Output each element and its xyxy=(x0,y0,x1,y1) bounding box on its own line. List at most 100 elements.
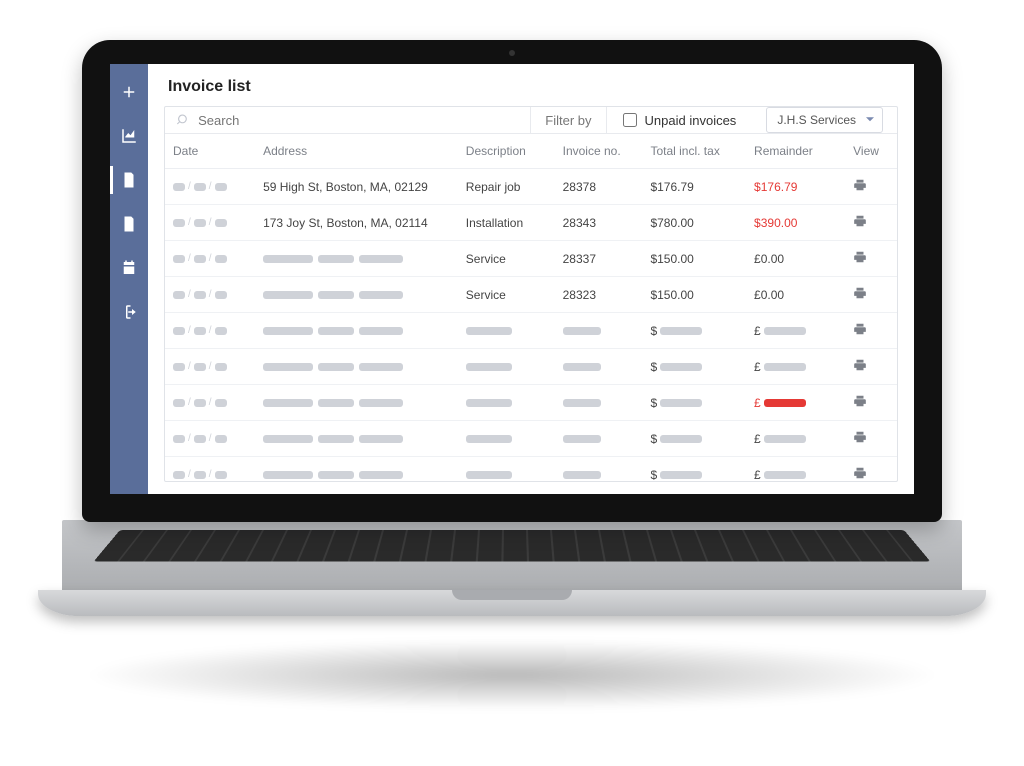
unpaid-checkbox[interactable] xyxy=(623,113,637,127)
table-row[interactable]: // Service28337$150.00£0.00 xyxy=(165,241,897,277)
cell-address xyxy=(255,421,458,457)
cell-description: Service xyxy=(458,241,555,277)
cell-total: $780.00 xyxy=(642,205,746,241)
screen-bezel: Invoice list Filter by Unpaid invoices xyxy=(82,40,942,522)
cell-view xyxy=(845,349,897,385)
col-invoice-no[interactable]: Invoice no. xyxy=(555,134,643,169)
table-row[interactable]: // $ £ xyxy=(165,421,897,457)
print-icon[interactable] xyxy=(853,397,867,411)
search-wrap xyxy=(165,107,531,133)
print-icon[interactable] xyxy=(853,217,867,231)
col-total[interactable]: Total incl. tax xyxy=(642,134,746,169)
sidebar-logout[interactable] xyxy=(110,290,148,334)
cell-remainder: £ xyxy=(746,385,845,421)
laptop-frame: Invoice list Filter by Unpaid invoices xyxy=(82,40,942,616)
cell-invoice-no xyxy=(555,313,643,349)
col-date[interactable]: Date xyxy=(165,134,255,169)
sidebar-documents[interactable] xyxy=(110,202,148,246)
cell-total: $ xyxy=(642,313,746,349)
cell-address xyxy=(255,385,458,421)
print-icon[interactable] xyxy=(853,325,867,339)
table-row[interactable]: //$ £ xyxy=(165,457,897,483)
sidebar-add[interactable] xyxy=(110,70,148,114)
content-pane: Filter by Unpaid invoices J.H.S Services xyxy=(164,106,898,482)
print-icon[interactable] xyxy=(853,289,867,303)
date-placeholder: // xyxy=(173,469,227,480)
col-description[interactable]: Description xyxy=(458,134,555,169)
cell-view xyxy=(845,169,897,205)
sidebar-calendar[interactable] xyxy=(110,246,148,290)
cell-date: // xyxy=(165,385,255,421)
cell-view xyxy=(845,385,897,421)
search-icon xyxy=(177,113,190,127)
date-placeholder: // xyxy=(173,325,227,336)
cell-view xyxy=(845,241,897,277)
cell-view xyxy=(845,313,897,349)
print-icon[interactable] xyxy=(853,181,867,195)
invoice-file-icon xyxy=(120,171,138,189)
cell-address xyxy=(255,349,458,385)
cell-invoice-no xyxy=(555,421,643,457)
company-select[interactable]: J.H.S Services xyxy=(766,107,883,133)
cell-total: $ xyxy=(642,421,746,457)
col-view: View xyxy=(845,134,897,169)
date-placeholder: // xyxy=(173,397,227,408)
cell-date: // xyxy=(165,349,255,385)
date-placeholder: // xyxy=(173,361,227,372)
cell-date: // xyxy=(165,313,255,349)
cell-invoice-no: 28343 xyxy=(555,205,643,241)
table-row[interactable]: //Service28323$150.00£0.00 xyxy=(165,277,897,313)
cell-remainder: $390.00 xyxy=(746,205,845,241)
table-row[interactable]: //$ £ xyxy=(165,385,897,421)
cell-total: $ xyxy=(642,457,746,483)
unpaid-filter[interactable]: Unpaid invoices xyxy=(607,107,753,133)
sidebar-invoices[interactable] xyxy=(110,158,148,202)
cell-date: // xyxy=(165,277,255,313)
reflection-shadow xyxy=(82,640,942,710)
logout-icon xyxy=(120,303,138,321)
main-panel: Invoice list Filter by Unpaid invoices xyxy=(148,64,914,494)
table-row[interactable]: //$ £ xyxy=(165,349,897,385)
cell-description: Installation xyxy=(458,205,555,241)
cell-invoice-no: 28323 xyxy=(555,277,643,313)
print-icon[interactable] xyxy=(853,253,867,267)
cell-invoice-no: 28378 xyxy=(555,169,643,205)
cell-date: // xyxy=(165,241,255,277)
col-remainder[interactable]: Remainder xyxy=(746,134,845,169)
date-placeholder: // xyxy=(173,253,227,264)
cell-invoice-no xyxy=(555,385,643,421)
print-icon[interactable] xyxy=(853,361,867,375)
cell-address: 173 Joy St, Boston, MA, 02114 xyxy=(255,205,458,241)
cell-total: $ xyxy=(642,349,746,385)
calendar-icon xyxy=(120,259,138,277)
document-icon xyxy=(120,215,138,233)
keyboard-deck xyxy=(62,520,962,590)
table-row[interactable]: //$ £ xyxy=(165,313,897,349)
cell-description: Repair job xyxy=(458,169,555,205)
chart-icon xyxy=(120,127,138,145)
date-placeholder: // xyxy=(173,289,227,300)
print-icon[interactable] xyxy=(853,433,867,447)
filters-row: Filter by Unpaid invoices J.H.S Services xyxy=(165,107,897,134)
keyboard-keys xyxy=(94,530,931,562)
print-icon[interactable] xyxy=(853,469,867,482)
search-input[interactable] xyxy=(198,113,518,128)
cell-description xyxy=(458,457,555,483)
cell-invoice-no: 28337 xyxy=(555,241,643,277)
cell-total: $150.00 xyxy=(642,241,746,277)
cell-description xyxy=(458,349,555,385)
cell-address xyxy=(255,241,458,277)
cell-remainder: £0.00 xyxy=(746,241,845,277)
cell-view xyxy=(845,277,897,313)
cell-total: $176.79 xyxy=(642,169,746,205)
cell-date: // xyxy=(165,421,255,457)
plus-icon xyxy=(120,83,138,101)
table-row[interactable]: //59 High St, Boston, MA, 02129Repair jo… xyxy=(165,169,897,205)
col-address[interactable]: Address xyxy=(255,134,458,169)
cell-remainder: £ xyxy=(746,421,845,457)
sidebar-reports[interactable] xyxy=(110,114,148,158)
date-placeholder: // xyxy=(173,217,227,228)
cell-date: // xyxy=(165,169,255,205)
cell-view xyxy=(845,457,897,483)
table-row[interactable]: // 173 Joy St, Boston, MA, 02114Installat… xyxy=(165,205,897,241)
